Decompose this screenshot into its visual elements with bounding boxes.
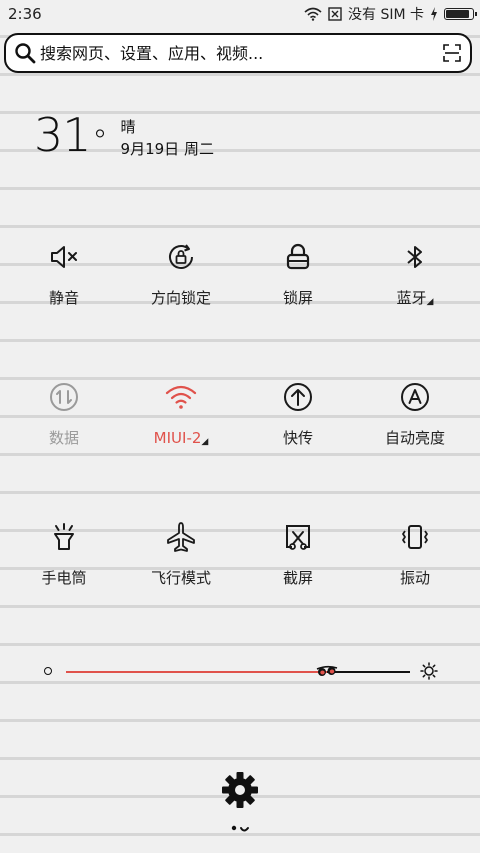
wifi-icon: [165, 385, 197, 409]
expand-corner-icon: ◢: [426, 297, 434, 307]
brightness-thumb[interactable]: [316, 663, 338, 679]
tile-auto-brightness[interactable]: 自动亮度: [355, 380, 475, 470]
brightness-fill: [66, 671, 328, 673]
mute-icon: [51, 246, 77, 268]
auto-brightness-icon: [401, 383, 429, 411]
tile-screenshot[interactable]: 截屏: [238, 520, 358, 610]
status-time: 2:36: [8, 5, 42, 23]
degree-symbol: °: [92, 124, 108, 159]
tile-vibrate[interactable]: 振动: [355, 520, 475, 610]
tile-label: MIUI-2◢: [153, 429, 209, 447]
temperature: 31°: [34, 108, 108, 162]
screenshot-icon: [286, 525, 310, 550]
settings-gear-icon[interactable]: [220, 770, 260, 810]
brightness-slider[interactable]: [40, 658, 440, 686]
search-input[interactable]: [36, 38, 442, 68]
scan-icon[interactable]: [442, 43, 462, 63]
flashlight-icon: [54, 523, 74, 550]
tile-wifi[interactable]: MIUI-2◢: [121, 380, 241, 470]
weather-condition: 晴: [120, 118, 136, 136]
tile-rotation-lock[interactable]: 方向锁定: [121, 240, 241, 330]
sim-status-text: 没有 SIM 卡: [348, 7, 424, 23]
brightness-track[interactable]: [66, 665, 410, 676]
tile-label: 锁屏: [282, 289, 313, 307]
tile-label: 数据: [48, 429, 79, 447]
tile-label: 飞行模式: [150, 569, 211, 587]
tile-label: 振动: [399, 569, 430, 587]
brightness-low-icon: [44, 667, 52, 675]
drag-handle-icon[interactable]: [229, 824, 253, 834]
airplane-icon: [167, 522, 195, 552]
tile-label: 静音: [48, 289, 79, 307]
brightness-high-icon: [420, 662, 438, 680]
bluetooth-icon: [407, 246, 422, 268]
tile-bluetooth[interactable]: 蓝牙◢: [355, 240, 475, 330]
tile-quick-transfer[interactable]: 快传: [238, 380, 358, 470]
tile-label: 手电筒: [41, 569, 87, 587]
lock-icon: [286, 243, 310, 270]
battery-level-fill: [446, 10, 469, 18]
tile-lock-screen[interactable]: 锁屏: [238, 240, 358, 330]
expand-corner-icon: ◢: [201, 437, 209, 447]
status-bar: 2:36 没有 SIM 卡: [0, 0, 480, 28]
search-bar[interactable]: [4, 33, 472, 73]
weather-date: 9月19日 周二: [120, 140, 214, 158]
tile-label: 截屏: [282, 569, 313, 587]
search-icon: [15, 43, 36, 64]
tile-label: 快传: [282, 429, 313, 447]
tile-airplane-mode[interactable]: 飞行模式: [121, 520, 241, 610]
rotation-lock-icon: [169, 244, 193, 269]
battery-icon: [444, 8, 477, 20]
weather-info: 晴 9月19日 周二: [121, 116, 214, 160]
temperature-value: 31: [34, 108, 92, 162]
charging-icon: [431, 7, 437, 21]
tile-label: 方向锁定: [150, 289, 211, 307]
mobile-data-icon: [50, 383, 78, 411]
vibrate-icon: [402, 525, 428, 549]
tile-mobile-data[interactable]: 数据: [4, 380, 124, 470]
quick-transfer-icon: [284, 383, 312, 411]
tile-mute[interactable]: 静音: [4, 240, 124, 330]
status-icons: 没有 SIM 卡: [304, 4, 477, 24]
no-sim-icon: [328, 7, 342, 21]
tile-label: 自动亮度: [384, 429, 445, 447]
wifi-status-icon: [304, 7, 322, 21]
tile-label: 蓝牙◢: [396, 289, 434, 307]
tile-flashlight[interactable]: 手电筒: [4, 520, 124, 610]
weather-widget[interactable]: 31° 晴 9月19日 周二: [34, 110, 214, 162]
